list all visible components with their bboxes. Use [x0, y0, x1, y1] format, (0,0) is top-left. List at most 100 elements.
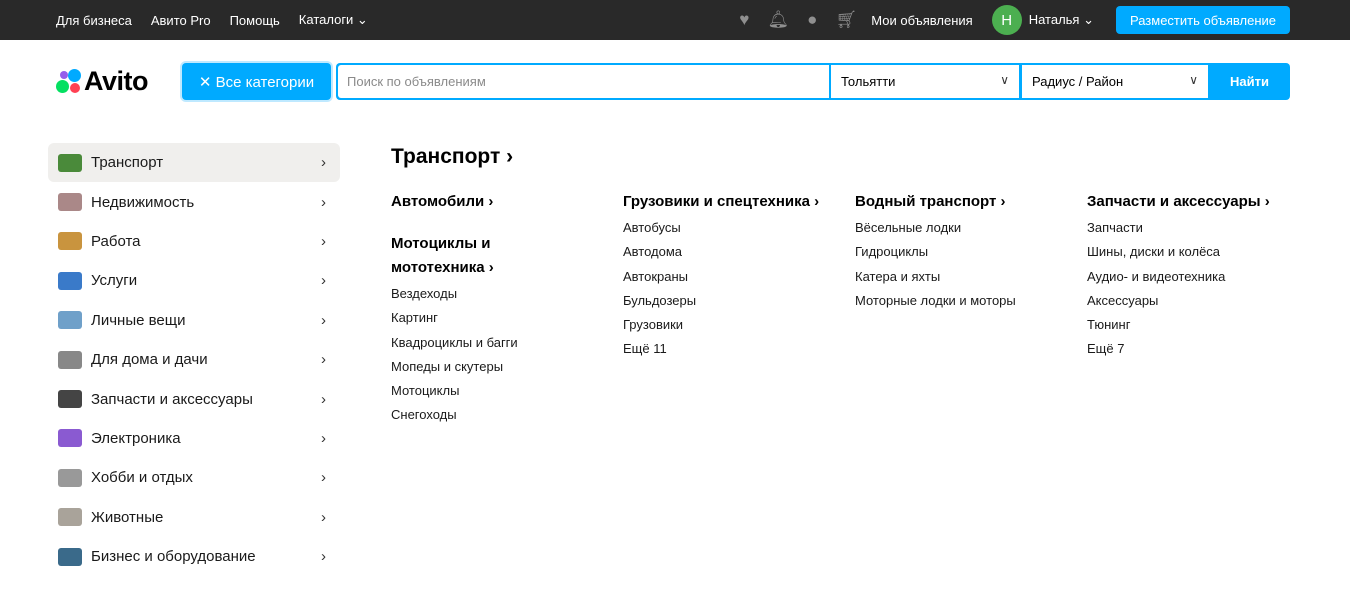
sidebar-item-label: Животные	[91, 508, 164, 526]
subcategory-title[interactable]: Запчасти и аксессуары ›	[1087, 190, 1312, 214]
link-help[interactable]: Помощь	[230, 13, 280, 28]
heart-icon[interactable]: ♥	[735, 10, 753, 29]
subcategory-link[interactable]: Бульдозеры	[623, 289, 848, 313]
chevron-right-icon: ›	[321, 272, 326, 290]
radius-value: Радиус / Район	[1032, 74, 1124, 89]
avito-logo[interactable]: Avito	[56, 66, 149, 97]
sidebar-item[interactable]: Для дома и дачи ›	[48, 340, 340, 379]
subcategory-link[interactable]: Картинг	[391, 306, 616, 330]
sidebar-item[interactable]: Запчасти и аксессуары ›	[48, 379, 340, 418]
sidebar-item-label: Недвижимость	[91, 193, 195, 211]
chevron-right-icon: ›	[321, 193, 326, 211]
subcategory-link[interactable]: Ещё 7	[1087, 337, 1312, 361]
sidebar-item[interactable]: Транспорт ›	[48, 143, 340, 183]
all-categories-button[interactable]: ✕ Все категории	[182, 63, 331, 100]
chevron-right-icon: ›	[321, 429, 326, 447]
sidebar-item[interactable]: Бизнес и оборудование ›	[48, 537, 340, 576]
sidebar-item-label: Личные вещи	[91, 311, 186, 329]
subcategory-title[interactable]: Грузовики и спецтехника ›	[623, 190, 848, 214]
subcategory-link[interactable]: Грузовики	[623, 313, 848, 337]
subcategory-column: Запчасти и аксессуары › Запчасти Шины, дис…	[1087, 190, 1312, 362]
sidebar-item-label: Транспорт	[91, 154, 164, 172]
category-icon	[58, 390, 82, 409]
chevron-right-icon: ›	[321, 154, 326, 172]
subcategory-link[interactable]: Запчасти	[1087, 216, 1312, 240]
subcategory-link[interactable]: Ещё 11	[623, 337, 848, 361]
sidebar-item[interactable]: Электроника ›	[48, 419, 340, 458]
link-catalogs[interactable]: Каталоги ⌄	[299, 12, 368, 28]
category-heading[interactable]: Транспорт ›	[391, 145, 513, 169]
subcategory-column: Водный транспорт › Вёсельные лодки Гидроци…	[855, 190, 1080, 313]
subcategory-link[interactable]: Снегоходы	[391, 403, 616, 427]
subcategory-link[interactable]: Аудио- и видеотехника	[1087, 265, 1312, 289]
logo-text: Avito	[84, 66, 149, 96]
post-ad-button[interactable]: Разместить объявление	[1115, 6, 1290, 34]
category-icon	[58, 311, 82, 330]
subcategory-link[interactable]: Шины, диски и колёса	[1087, 240, 1312, 264]
subcategory-link[interactable]: Автокраны	[623, 265, 848, 289]
subcategory-link[interactable]: Аксессуары	[1087, 289, 1312, 313]
radius-select[interactable]: Радиус / Район ∨	[1022, 65, 1208, 98]
subcategory-link[interactable]: Катера и яхты	[855, 265, 1080, 289]
chevron-down-icon: ∨	[1189, 73, 1198, 87]
subcategory-link[interactable]: Вездеходы	[391, 282, 616, 306]
sidebar-item-label: Работа	[91, 232, 141, 250]
chevron-down-icon: ∨	[1000, 73, 1009, 87]
chevron-right-icon: ›	[321, 508, 326, 526]
chat-icon[interactable]: ●	[803, 10, 821, 29]
subcategory-column: Грузовики и спецтехника › Автобусы Автодом…	[623, 190, 848, 362]
find-button[interactable]: Найти	[1209, 63, 1290, 100]
subcategory-link[interactable]: Вёсельные лодки	[855, 216, 1080, 240]
chevron-right-icon: ›	[321, 351, 326, 369]
sidebar-item[interactable]: Работа ›	[48, 222, 340, 261]
category-icon	[58, 271, 82, 290]
sidebar-item[interactable]: Хобби и отдых ›	[48, 458, 340, 497]
subcategory-link[interactable]: Мотоциклы	[391, 379, 616, 403]
link-avito-pro[interactable]: Авито Pro	[151, 13, 211, 28]
chevron-right-icon: ›	[321, 469, 326, 487]
cart-icon[interactable]: 🛒︎	[836, 10, 858, 29]
sidebar-item-label: Запчасти и аксессуары	[91, 390, 253, 408]
subcategory-title[interactable]: Мотоциклы и мототехника ›	[391, 232, 511, 280]
category-icon	[58, 193, 82, 212]
bell-icon[interactable]: 🔔︎	[768, 10, 790, 29]
category-icon	[58, 429, 82, 448]
subcategory-link[interactable]: Квадроциклы и багги	[391, 331, 616, 355]
avatar[interactable]: Н	[991, 5, 1022, 35]
sidebar-item[interactable]: Услуги ›	[48, 261, 340, 300]
city-value: Тольятти	[841, 74, 896, 89]
top-bar: Для бизнеса Авито Pro Помощь Каталоги ⌄ …	[0, 0, 1350, 40]
subcategory-link[interactable]: Моторные лодки и моторы	[855, 289, 1080, 313]
city-select[interactable]: Тольятти ∨	[831, 65, 1019, 98]
sidebar-item[interactable]: Недвижимость ›	[48, 182, 340, 221]
user-menu[interactable]: Наталья ⌄	[1029, 12, 1094, 28]
link-business[interactable]: Для бизнеса	[56, 13, 132, 28]
sidebar-item-label: Бизнес и оборудование	[91, 548, 256, 566]
category-sidebar: Транспорт › Недвижимость › Работа › Услуги › Лич…	[48, 143, 340, 576]
subcategory-link[interactable]: Гидроциклы	[855, 240, 1080, 264]
subcategory-link[interactable]: Тюнинг	[1087, 313, 1312, 337]
category-icon	[58, 232, 82, 251]
category-icon	[58, 508, 82, 527]
category-icon	[58, 350, 82, 369]
search-bar: Поиск по объявлениям Тольятти ∨ Радиус / …	[336, 63, 1290, 100]
my-ads-link[interactable]: Мои объявления	[871, 13, 972, 28]
subcategory-title[interactable]: Автомобили ›	[391, 190, 616, 214]
subcategory-link[interactable]: Мопеды и скутеры	[391, 355, 616, 379]
sidebar-item[interactable]: Животные ›	[48, 498, 340, 537]
subcategory-column: Автомобили › Мотоциклы и мототехника › Вез…	[391, 190, 616, 428]
sidebar-item-label: Для дома и дачи	[91, 351, 208, 369]
chevron-right-icon: ›	[321, 232, 326, 250]
sidebar-item[interactable]: Личные вещи ›	[48, 301, 340, 340]
category-icon	[58, 468, 82, 487]
subcategory-link[interactable]: Автодома	[623, 240, 848, 264]
chevron-right-icon: ›	[321, 311, 326, 329]
subcategory-link[interactable]: Автобусы	[623, 216, 848, 240]
sidebar-item-label: Услуги	[91, 272, 138, 290]
sidebar-item-label: Хобби и отдых	[91, 469, 193, 487]
category-icon	[58, 547, 82, 566]
subcategory-title[interactable]: Водный транспорт ›	[855, 190, 1080, 214]
search-input[interactable]: Поиск по объявлениям	[338, 65, 829, 98]
chevron-right-icon: ›	[321, 390, 326, 408]
logo-dots-icon	[56, 68, 82, 95]
